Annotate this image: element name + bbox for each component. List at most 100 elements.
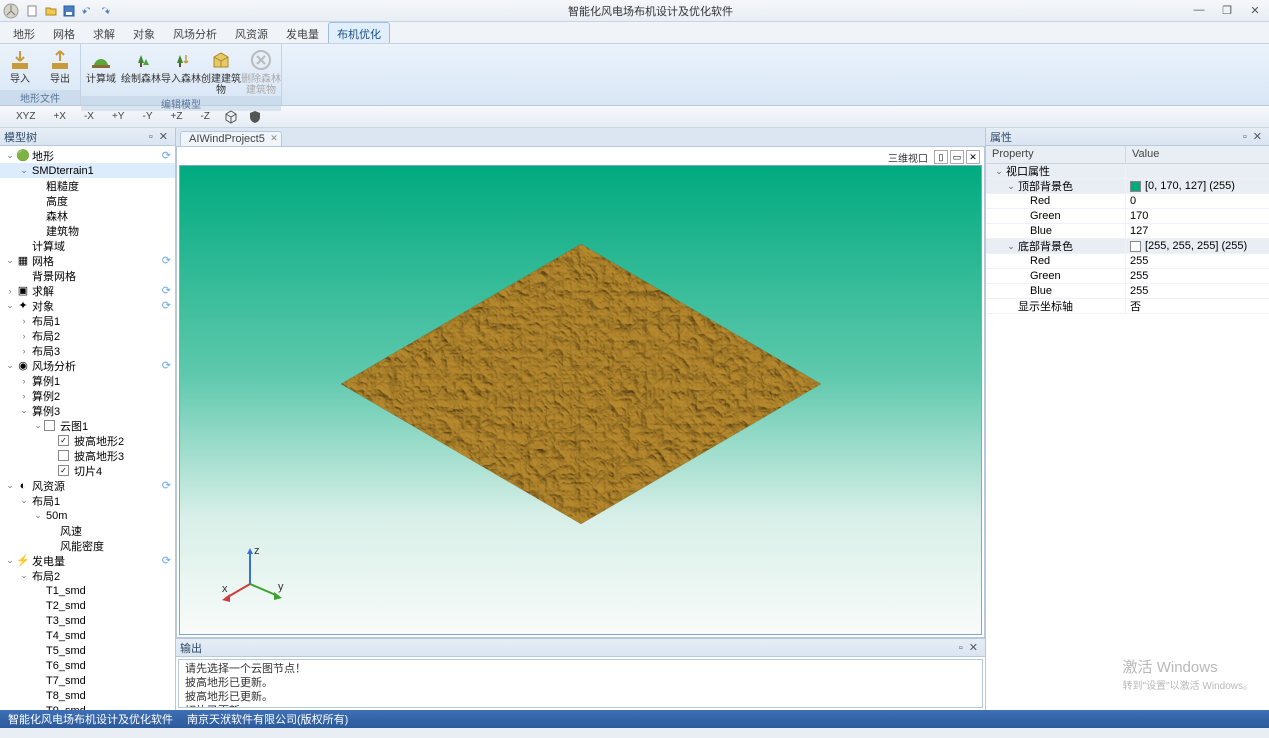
viewport-layout1-icon[interactable]: ▯ bbox=[934, 150, 948, 164]
tree-node[interactable]: ⌄◐风资源⟳ bbox=[0, 478, 175, 493]
refresh-icon[interactable]: ⟳ bbox=[162, 359, 171, 372]
property-row[interactable]: 显示坐标轴否 bbox=[986, 299, 1269, 314]
prop-pin-icon[interactable]: ▫ bbox=[1240, 131, 1250, 143]
model-tree[interactable]: ⌄🟢地形⟳⌄SMDterrain1粗糙度高度森林建筑物计算域⌄▦网格⟳背景网格›… bbox=[0, 146, 175, 710]
refresh-icon[interactable]: ⟳ bbox=[162, 299, 171, 312]
property-row[interactable]: Blue255 bbox=[986, 284, 1269, 299]
refresh-icon[interactable]: ⟳ bbox=[162, 284, 171, 297]
minimize-button[interactable]: — bbox=[1185, 4, 1213, 17]
tree-node[interactable]: ⌄🟢地形⟳ bbox=[0, 148, 175, 163]
tree-node[interactable]: ⌄50m bbox=[0, 508, 175, 523]
tree-node[interactable]: ›布局3 bbox=[0, 343, 175, 358]
output-log[interactable]: 请先选择一个云图节点！披高地形已更新。披高地形已更新。切片已更新。 bbox=[178, 659, 983, 708]
property-grid[interactable]: PropertyValue ⌄视口属性⌄顶部背景色[0, 170, 127] (… bbox=[986, 146, 1269, 710]
checkbox[interactable]: ✓ bbox=[58, 435, 69, 446]
tree-node[interactable]: ⌄云图1 bbox=[0, 418, 175, 433]
qat-open-icon[interactable] bbox=[44, 4, 58, 18]
view-btn--x[interactable]: -X bbox=[78, 109, 100, 124]
refresh-icon[interactable]: ⟳ bbox=[162, 554, 171, 567]
tree-node[interactable]: T5_smd bbox=[0, 643, 175, 658]
tree-node[interactable]: ›算例1 bbox=[0, 373, 175, 388]
property-row[interactable]: Green255 bbox=[986, 269, 1269, 284]
tab-close-icon[interactable]: ✕ bbox=[270, 133, 278, 144]
tree-node[interactable]: 披高地形3 bbox=[0, 448, 175, 463]
tree-node[interactable]: ✓切片4 bbox=[0, 463, 175, 478]
view-shield-icon[interactable] bbox=[246, 108, 264, 126]
panel-close-icon[interactable]: ✕ bbox=[156, 130, 171, 143]
document-tab[interactable]: AIWindProject5✕ bbox=[180, 131, 282, 146]
view-cube-icon[interactable] bbox=[222, 108, 240, 126]
tree-node[interactable]: ⌄布局1 bbox=[0, 493, 175, 508]
tree-node[interactable]: ›▣求解⟳ bbox=[0, 283, 175, 298]
tree-node[interactable]: 森林 bbox=[0, 208, 175, 223]
ribbon-btn-export[interactable]: 导出 bbox=[40, 44, 80, 90]
refresh-icon[interactable]: ⟳ bbox=[162, 479, 171, 492]
ribbon-tab-7[interactable]: 布机优化 bbox=[328, 22, 390, 43]
ribbon-btn-draw-forest[interactable]: 绘制森林 bbox=[121, 44, 161, 96]
tree-node[interactable]: 高度 bbox=[0, 193, 175, 208]
close-button[interactable]: ✕ bbox=[1241, 4, 1269, 17]
ribbon-tab-4[interactable]: 风场分析 bbox=[164, 22, 226, 43]
refresh-icon[interactable]: ⟳ bbox=[162, 149, 171, 162]
property-row[interactable]: Red0 bbox=[986, 194, 1269, 209]
tree-node[interactable]: 建筑物 bbox=[0, 223, 175, 238]
property-row[interactable]: Blue127 bbox=[986, 224, 1269, 239]
panel-pin-icon[interactable]: ▫ bbox=[146, 131, 156, 143]
tree-node[interactable]: 粗糙度 bbox=[0, 178, 175, 193]
tree-node[interactable]: 风能密度 bbox=[0, 538, 175, 553]
view-btn--z[interactable]: -Z bbox=[194, 109, 215, 124]
ribbon-btn-import-forest[interactable]: 导入森林 bbox=[161, 44, 201, 96]
refresh-icon[interactable]: ⟳ bbox=[162, 254, 171, 267]
ribbon-btn-import[interactable]: 导入 bbox=[0, 44, 40, 90]
tree-node[interactable]: ›布局1 bbox=[0, 313, 175, 328]
3d-viewport[interactable]: z y x bbox=[179, 165, 982, 635]
qat-undo-icon[interactable] bbox=[80, 4, 94, 18]
tree-node[interactable]: ⌄布局2 bbox=[0, 568, 175, 583]
property-row[interactable]: Green170 bbox=[986, 209, 1269, 224]
tree-node[interactable]: 风速 bbox=[0, 523, 175, 538]
tree-node[interactable]: ›布局2 bbox=[0, 328, 175, 343]
tree-node[interactable]: T3_smd bbox=[0, 613, 175, 628]
tree-node[interactable]: T7_smd bbox=[0, 673, 175, 688]
viewport-layout2-icon[interactable]: ▭ bbox=[950, 150, 964, 164]
property-row[interactable]: ⌄顶部背景色[0, 170, 127] (255) bbox=[986, 179, 1269, 194]
qat-save-icon[interactable] bbox=[62, 4, 76, 18]
tree-node[interactable]: T4_smd bbox=[0, 628, 175, 643]
view-btn-+z[interactable]: +Z bbox=[164, 109, 188, 124]
tree-node[interactable]: T1_smd bbox=[0, 583, 175, 598]
view-btn-xyz[interactable]: XYZ bbox=[10, 109, 41, 124]
ribbon-btn-domain[interactable]: 计算域 bbox=[81, 44, 121, 96]
ribbon-tab-1[interactable]: 网格 bbox=[44, 22, 84, 43]
tree-node[interactable]: 计算域 bbox=[0, 238, 175, 253]
ribbon-tab-2[interactable]: 求解 bbox=[84, 22, 124, 43]
tree-node[interactable]: ›算例2 bbox=[0, 388, 175, 403]
tree-node[interactable]: ⌄◉风场分析⟳ bbox=[0, 358, 175, 373]
tree-node[interactable]: T9_smd bbox=[0, 703, 175, 710]
tree-node[interactable]: T2_smd bbox=[0, 598, 175, 613]
tree-node[interactable]: 背景网格 bbox=[0, 268, 175, 283]
checkbox[interactable]: ✓ bbox=[58, 465, 69, 476]
tree-node[interactable]: T6_smd bbox=[0, 658, 175, 673]
property-row[interactable]: ⌄底部背景色[255, 255, 255] (255) bbox=[986, 239, 1269, 254]
tree-node[interactable]: ✓披高地形2 bbox=[0, 433, 175, 448]
output-pin-icon[interactable]: ▫ bbox=[956, 642, 966, 654]
tree-node[interactable]: ⌄▦网格⟳ bbox=[0, 253, 175, 268]
view-btn--y[interactable]: -Y bbox=[136, 109, 158, 124]
ribbon-btn-building[interactable]: 创建建筑物 bbox=[201, 44, 241, 96]
prop-close-icon[interactable]: ✕ bbox=[1250, 130, 1265, 143]
qat-redo-icon[interactable] bbox=[98, 4, 112, 18]
tree-node[interactable]: ⌄算例3 bbox=[0, 403, 175, 418]
viewport-close-icon[interactable]: ✕ bbox=[966, 150, 980, 164]
property-row[interactable]: Red255 bbox=[986, 254, 1269, 269]
property-row[interactable]: ⌄视口属性 bbox=[986, 164, 1269, 179]
view-btn-+x[interactable]: +X bbox=[47, 109, 72, 124]
checkbox[interactable] bbox=[58, 450, 69, 461]
ribbon-tab-3[interactable]: 对象 bbox=[124, 22, 164, 43]
ribbon-tab-5[interactable]: 风资源 bbox=[226, 22, 277, 43]
checkbox[interactable] bbox=[44, 420, 55, 431]
tree-node[interactable]: T8_smd bbox=[0, 688, 175, 703]
ribbon-tab-6[interactable]: 发电量 bbox=[277, 22, 328, 43]
output-close-icon[interactable]: ✕ bbox=[966, 641, 981, 654]
maximize-button[interactable]: ❐ bbox=[1213, 4, 1241, 17]
qat-new-icon[interactable] bbox=[26, 4, 40, 18]
